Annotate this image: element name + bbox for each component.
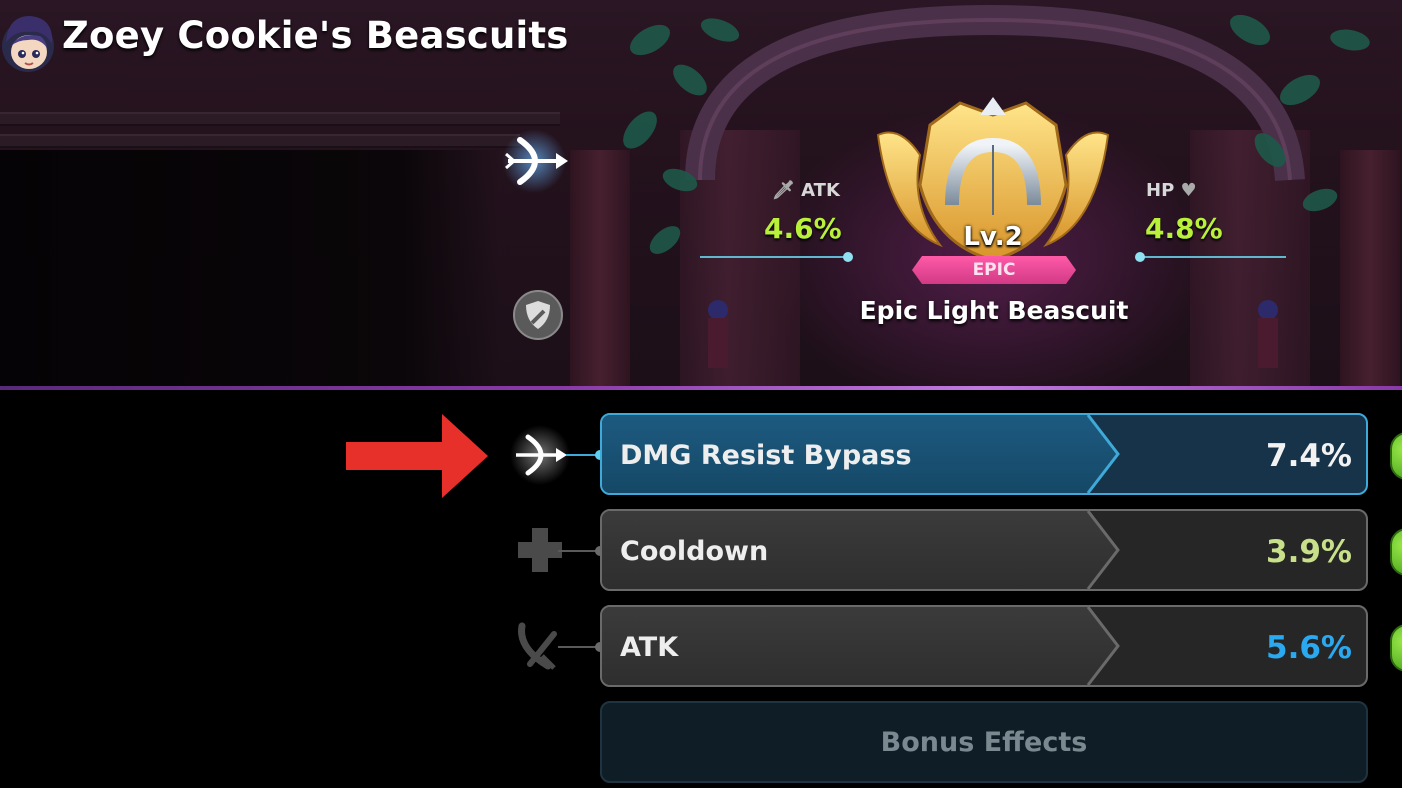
atk-stat-value: 4.6% xyxy=(764,212,842,245)
lock-toggle-button[interactable] xyxy=(1390,432,1402,480)
bow-arrow-icon xyxy=(508,423,572,487)
atk-stat-label: 🗡 ATK xyxy=(772,180,840,201)
hp-stat-dot xyxy=(1135,252,1145,262)
substat-label: Cooldown xyxy=(620,536,769,567)
substat-label: DMG Resist Bypass xyxy=(620,440,912,471)
rarity-badge: EPIC xyxy=(912,256,1076,284)
substat-value: 5.6% xyxy=(1266,630,1352,666)
atk-stat-line xyxy=(700,256,846,258)
hp-stat-value: 4.8% xyxy=(1145,212,1223,245)
row-connector xyxy=(558,550,600,552)
heart-icon: ♥ xyxy=(1180,180,1197,201)
avatar xyxy=(0,8,60,76)
bonus-effects-button[interactable]: Bonus Effects xyxy=(600,701,1368,783)
lock-toggle-button[interactable] xyxy=(1390,528,1402,576)
row-chevron xyxy=(1086,607,1120,685)
atk-stat-dot xyxy=(843,252,853,262)
substat-value: 3.9% xyxy=(1266,534,1352,570)
section-divider xyxy=(0,386,1402,390)
red-arrow-icon xyxy=(346,414,488,498)
hp-stat-label: HP ♥ xyxy=(1146,180,1197,201)
bow-arrow-icon[interactable] xyxy=(498,128,574,194)
beascuit-name: Epic Light Beascuit xyxy=(859,296,1129,325)
row-connector xyxy=(558,646,600,648)
substat-row-dmg-resist-bypass[interactable]: DMG Resist Bypass 7.4% xyxy=(600,413,1368,495)
substat-value: 7.4% xyxy=(1266,438,1352,474)
page-title: Zoey Cookie's Beascuits xyxy=(62,14,569,57)
shield-sword-icon[interactable] xyxy=(512,289,564,341)
lock-toggle-button[interactable] xyxy=(1390,624,1402,672)
substat-row-atk[interactable]: ATK 5.6% xyxy=(600,605,1368,687)
sword-icon: 🗡 xyxy=(772,180,795,201)
level-label: Lv.2 xyxy=(963,222,1023,252)
substat-label: ATK xyxy=(620,632,679,663)
hp-stat-line xyxy=(1140,256,1286,258)
substat-row-cooldown[interactable]: Cooldown 3.9% xyxy=(600,509,1368,591)
